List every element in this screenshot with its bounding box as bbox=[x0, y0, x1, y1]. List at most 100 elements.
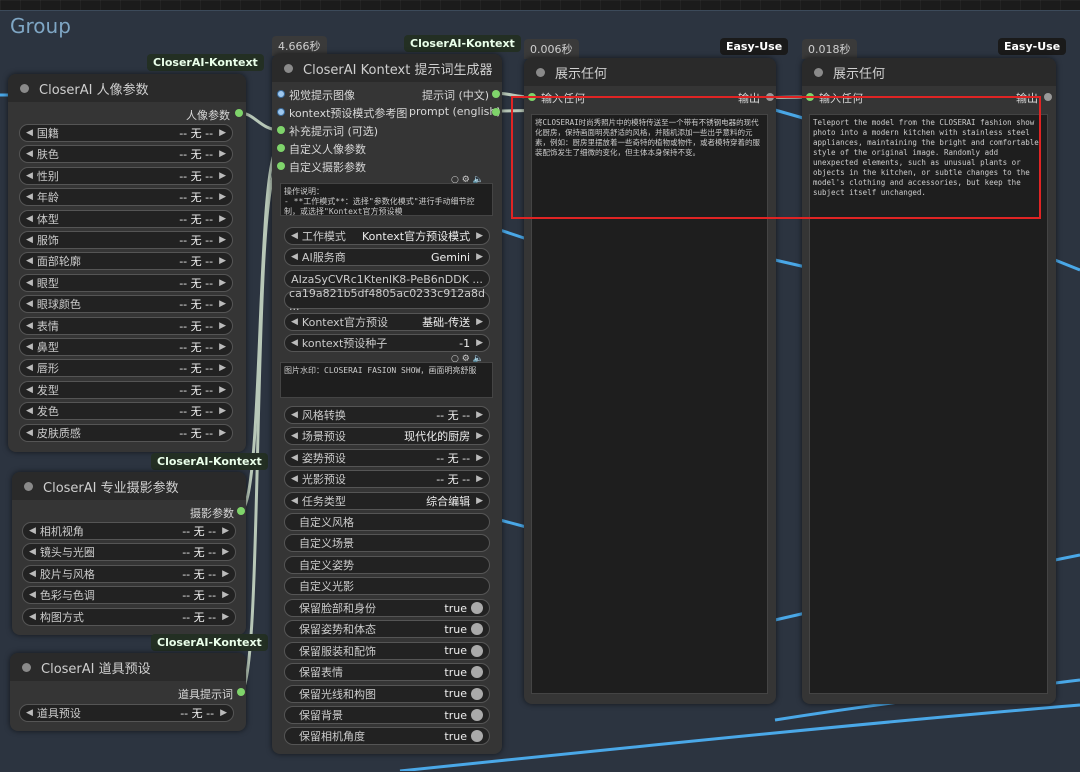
left-arrow-icon[interactable]: ◀ bbox=[26, 192, 33, 202]
left-arrow-icon[interactable]: ◀ bbox=[26, 171, 33, 181]
right-arrow-icon[interactable]: ▶ bbox=[476, 252, 483, 262]
right-arrow-icon[interactable]: ▶ bbox=[476, 496, 483, 506]
toggle-knob-icon[interactable] bbox=[471, 687, 483, 700]
combo-widget[interactable]: ◀ 任务类型 综合编辑 ▶ bbox=[284, 491, 490, 510]
left-arrow-icon[interactable]: ◀ bbox=[29, 590, 36, 600]
combo-widget[interactable]: ◀ 色彩与色调 -- 无 -- ▶ bbox=[22, 586, 236, 605]
right-arrow-icon[interactable]: ▶ bbox=[476, 431, 483, 441]
combo-widget[interactable]: ◀ 唇形 -- 无 -- ▶ bbox=[19, 359, 233, 378]
combo-widget[interactable]: ◀ 面部轮廓 -- 无 -- ▶ bbox=[19, 252, 233, 271]
right-arrow-icon[interactable]: ▶ bbox=[222, 526, 229, 536]
kontext-output-socket[interactable] bbox=[492, 108, 500, 116]
right-arrow-icon[interactable]: ▶ bbox=[219, 363, 226, 373]
left-arrow-icon[interactable]: ◀ bbox=[29, 569, 36, 579]
combo-widget[interactable]: ◀ 鼻型 -- 无 -- ▶ bbox=[19, 338, 233, 356]
left-arrow-icon[interactable]: ◀ bbox=[291, 231, 298, 241]
left-arrow-icon[interactable]: ◀ bbox=[26, 214, 33, 224]
toggle-knob-icon[interactable] bbox=[471, 644, 483, 657]
combo-widget[interactable]: ◀ 相机视角 -- 无 -- ▶ bbox=[22, 522, 236, 540]
kontext-input-socket[interactable] bbox=[277, 162, 285, 170]
combo-widget[interactable]: ◀ 风格转换 -- 无 -- ▶ bbox=[284, 406, 490, 424]
left-arrow-icon[interactable]: ◀ bbox=[26, 406, 33, 416]
left-arrow-icon[interactable]: ◀ bbox=[29, 612, 36, 622]
left-arrow-icon[interactable]: ◀ bbox=[26, 385, 33, 395]
left-arrow-icon[interactable]: ◀ bbox=[26, 278, 33, 288]
left-arrow-icon[interactable]: ◀ bbox=[26, 149, 33, 159]
left-arrow-icon[interactable]: ◀ bbox=[291, 453, 298, 463]
left-arrow-icon[interactable]: ◀ bbox=[26, 321, 33, 331]
combo-widget[interactable]: ◀ 发型 -- 无 -- ▶ bbox=[19, 380, 233, 399]
toggle-knob-icon[interactable] bbox=[471, 730, 483, 743]
kontext-input-socket[interactable] bbox=[277, 108, 285, 116]
left-arrow-icon[interactable]: ◀ bbox=[26, 128, 33, 138]
right-arrow-icon[interactable]: ▶ bbox=[222, 569, 229, 579]
combo-widget[interactable]: ◀ 胶片与风格 -- 无 -- ▶ bbox=[22, 564, 236, 583]
person-output-socket[interactable] bbox=[235, 109, 243, 117]
right-arrow-icon[interactable]: ▶ bbox=[476, 338, 483, 348]
right-arrow-icon[interactable]: ▶ bbox=[219, 192, 226, 202]
custom-text-field[interactable]: 自定义光影 bbox=[284, 577, 490, 596]
left-arrow-icon[interactable]: ◀ bbox=[291, 317, 298, 327]
toggle-knob-icon[interactable] bbox=[471, 709, 483, 721]
left-arrow-icon[interactable]: ◀ bbox=[29, 547, 36, 557]
right-arrow-icon[interactable]: ▶ bbox=[476, 231, 483, 241]
right-arrow-icon[interactable]: ▶ bbox=[219, 278, 226, 288]
right-arrow-icon[interactable]: ▶ bbox=[476, 410, 483, 420]
right-arrow-icon[interactable]: ▶ bbox=[219, 428, 226, 438]
combo-widget[interactable]: ◀ 构图方式 -- 无 -- ▶ bbox=[22, 607, 236, 626]
combo-widget[interactable]: ◀ 体型 -- 无 -- ▶ bbox=[19, 209, 233, 228]
combo-widget[interactable]: ◀ 镜头与光圈 -- 无 -- ▶ bbox=[22, 543, 236, 562]
left-arrow-icon[interactable]: ◀ bbox=[291, 338, 298, 348]
left-arrow-icon[interactable]: ◀ bbox=[291, 496, 298, 506]
custom-text-field[interactable]: 自定义场景 bbox=[284, 534, 490, 553]
left-arrow-icon[interactable]: ◀ bbox=[291, 474, 298, 484]
left-arrow-icon[interactable]: ◀ bbox=[291, 410, 298, 420]
combo-widget[interactable]: ◀ 服饰 -- 无 -- ▶ bbox=[19, 231, 233, 249]
right-arrow-icon[interactable]: ▶ bbox=[222, 612, 229, 622]
combo-widget[interactable]: ◀ kontext预设种子 -1 ▶ bbox=[284, 334, 490, 353]
api-key-field[interactable]: AIzaSyCVRc1KtenlK8-PeB6nDDK ... bbox=[284, 270, 490, 288]
combo-widget[interactable]: ◀ 年龄 -- 无 -- ▶ bbox=[19, 188, 233, 207]
right-arrow-icon[interactable]: ▶ bbox=[219, 406, 226, 416]
combo-widget[interactable]: ◀ 场景预设 现代化的厨房 ▶ bbox=[284, 427, 490, 446]
right-arrow-icon[interactable]: ▶ bbox=[222, 547, 229, 557]
right-arrow-icon[interactable]: ▶ bbox=[219, 171, 226, 181]
combo-widget[interactable]: ◀ 道具预设 -- 无 -- ▶ bbox=[19, 704, 234, 722]
right-arrow-icon[interactable]: ▶ bbox=[219, 256, 226, 266]
right-arrow-icon[interactable]: ▶ bbox=[219, 321, 226, 331]
combo-widget[interactable]: ◀ 国籍 -- 无 -- ▶ bbox=[19, 124, 233, 142]
combo-widget[interactable]: ◀ 眼球颜色 -- 无 -- ▶ bbox=[19, 295, 233, 314]
kontext-input-socket[interactable] bbox=[277, 126, 285, 134]
instructions-textarea[interactable]: 操作说明： - **工作模式**：选择"参数化模式"进行手动细节控制，或选择"K… bbox=[280, 183, 493, 216]
kontext-input-socket[interactable] bbox=[277, 144, 285, 152]
right-arrow-icon[interactable]: ▶ bbox=[219, 235, 226, 245]
right-arrow-icon[interactable]: ▶ bbox=[219, 128, 226, 138]
combo-widget[interactable]: ◀ 表情 -- 无 -- ▶ bbox=[19, 316, 233, 335]
combo-widget[interactable]: ◀ 眼型 -- 无 -- ▶ bbox=[19, 273, 233, 292]
collapse-dot-icon[interactable] bbox=[22, 662, 31, 672]
collapse-dot-icon[interactable] bbox=[24, 481, 33, 491]
combo-widget[interactable]: ◀ 皮肤质感 -- 无 -- ▶ bbox=[19, 423, 233, 442]
combo-widget[interactable]: ◀ 工作模式 Kontext官方预设模式 ▶ bbox=[284, 227, 490, 245]
kontext-input-socket[interactable] bbox=[277, 90, 285, 98]
toggle-widget[interactable]: 保留姿势和体态 true bbox=[284, 620, 490, 639]
watermark-textarea[interactable]: 图片水印：CLOSERAI FASION SHOW，画面明亮舒服 bbox=[280, 362, 493, 398]
left-arrow-icon[interactable]: ◀ bbox=[291, 431, 298, 441]
toggle-widget[interactable]: 保留背景 true bbox=[284, 706, 490, 724]
right-arrow-icon[interactable]: ▶ bbox=[219, 385, 226, 395]
right-arrow-icon[interactable]: ▶ bbox=[219, 299, 226, 309]
right-arrow-icon[interactable]: ▶ bbox=[220, 708, 227, 718]
toggle-widget[interactable]: 保留表情 true bbox=[284, 663, 490, 682]
combo-widget[interactable]: ◀ 姿势预设 -- 无 -- ▶ bbox=[284, 448, 490, 467]
left-arrow-icon[interactable]: ◀ bbox=[26, 256, 33, 266]
left-arrow-icon[interactable]: ◀ bbox=[29, 526, 36, 536]
kontext-output-socket[interactable] bbox=[492, 90, 500, 98]
left-arrow-icon[interactable]: ◀ bbox=[26, 299, 33, 309]
collapse-dot-icon[interactable] bbox=[20, 83, 29, 93]
combo-widget[interactable]: ◀ 发色 -- 无 -- ▶ bbox=[19, 402, 233, 421]
toggle-widget[interactable]: 保留脸部和身份 true bbox=[284, 599, 490, 617]
left-arrow-icon[interactable]: ◀ bbox=[26, 235, 33, 245]
show2-output-socket[interactable] bbox=[1044, 93, 1052, 101]
right-arrow-icon[interactable]: ▶ bbox=[219, 342, 226, 352]
toggle-widget[interactable]: 保留相机角度 true bbox=[284, 727, 490, 746]
